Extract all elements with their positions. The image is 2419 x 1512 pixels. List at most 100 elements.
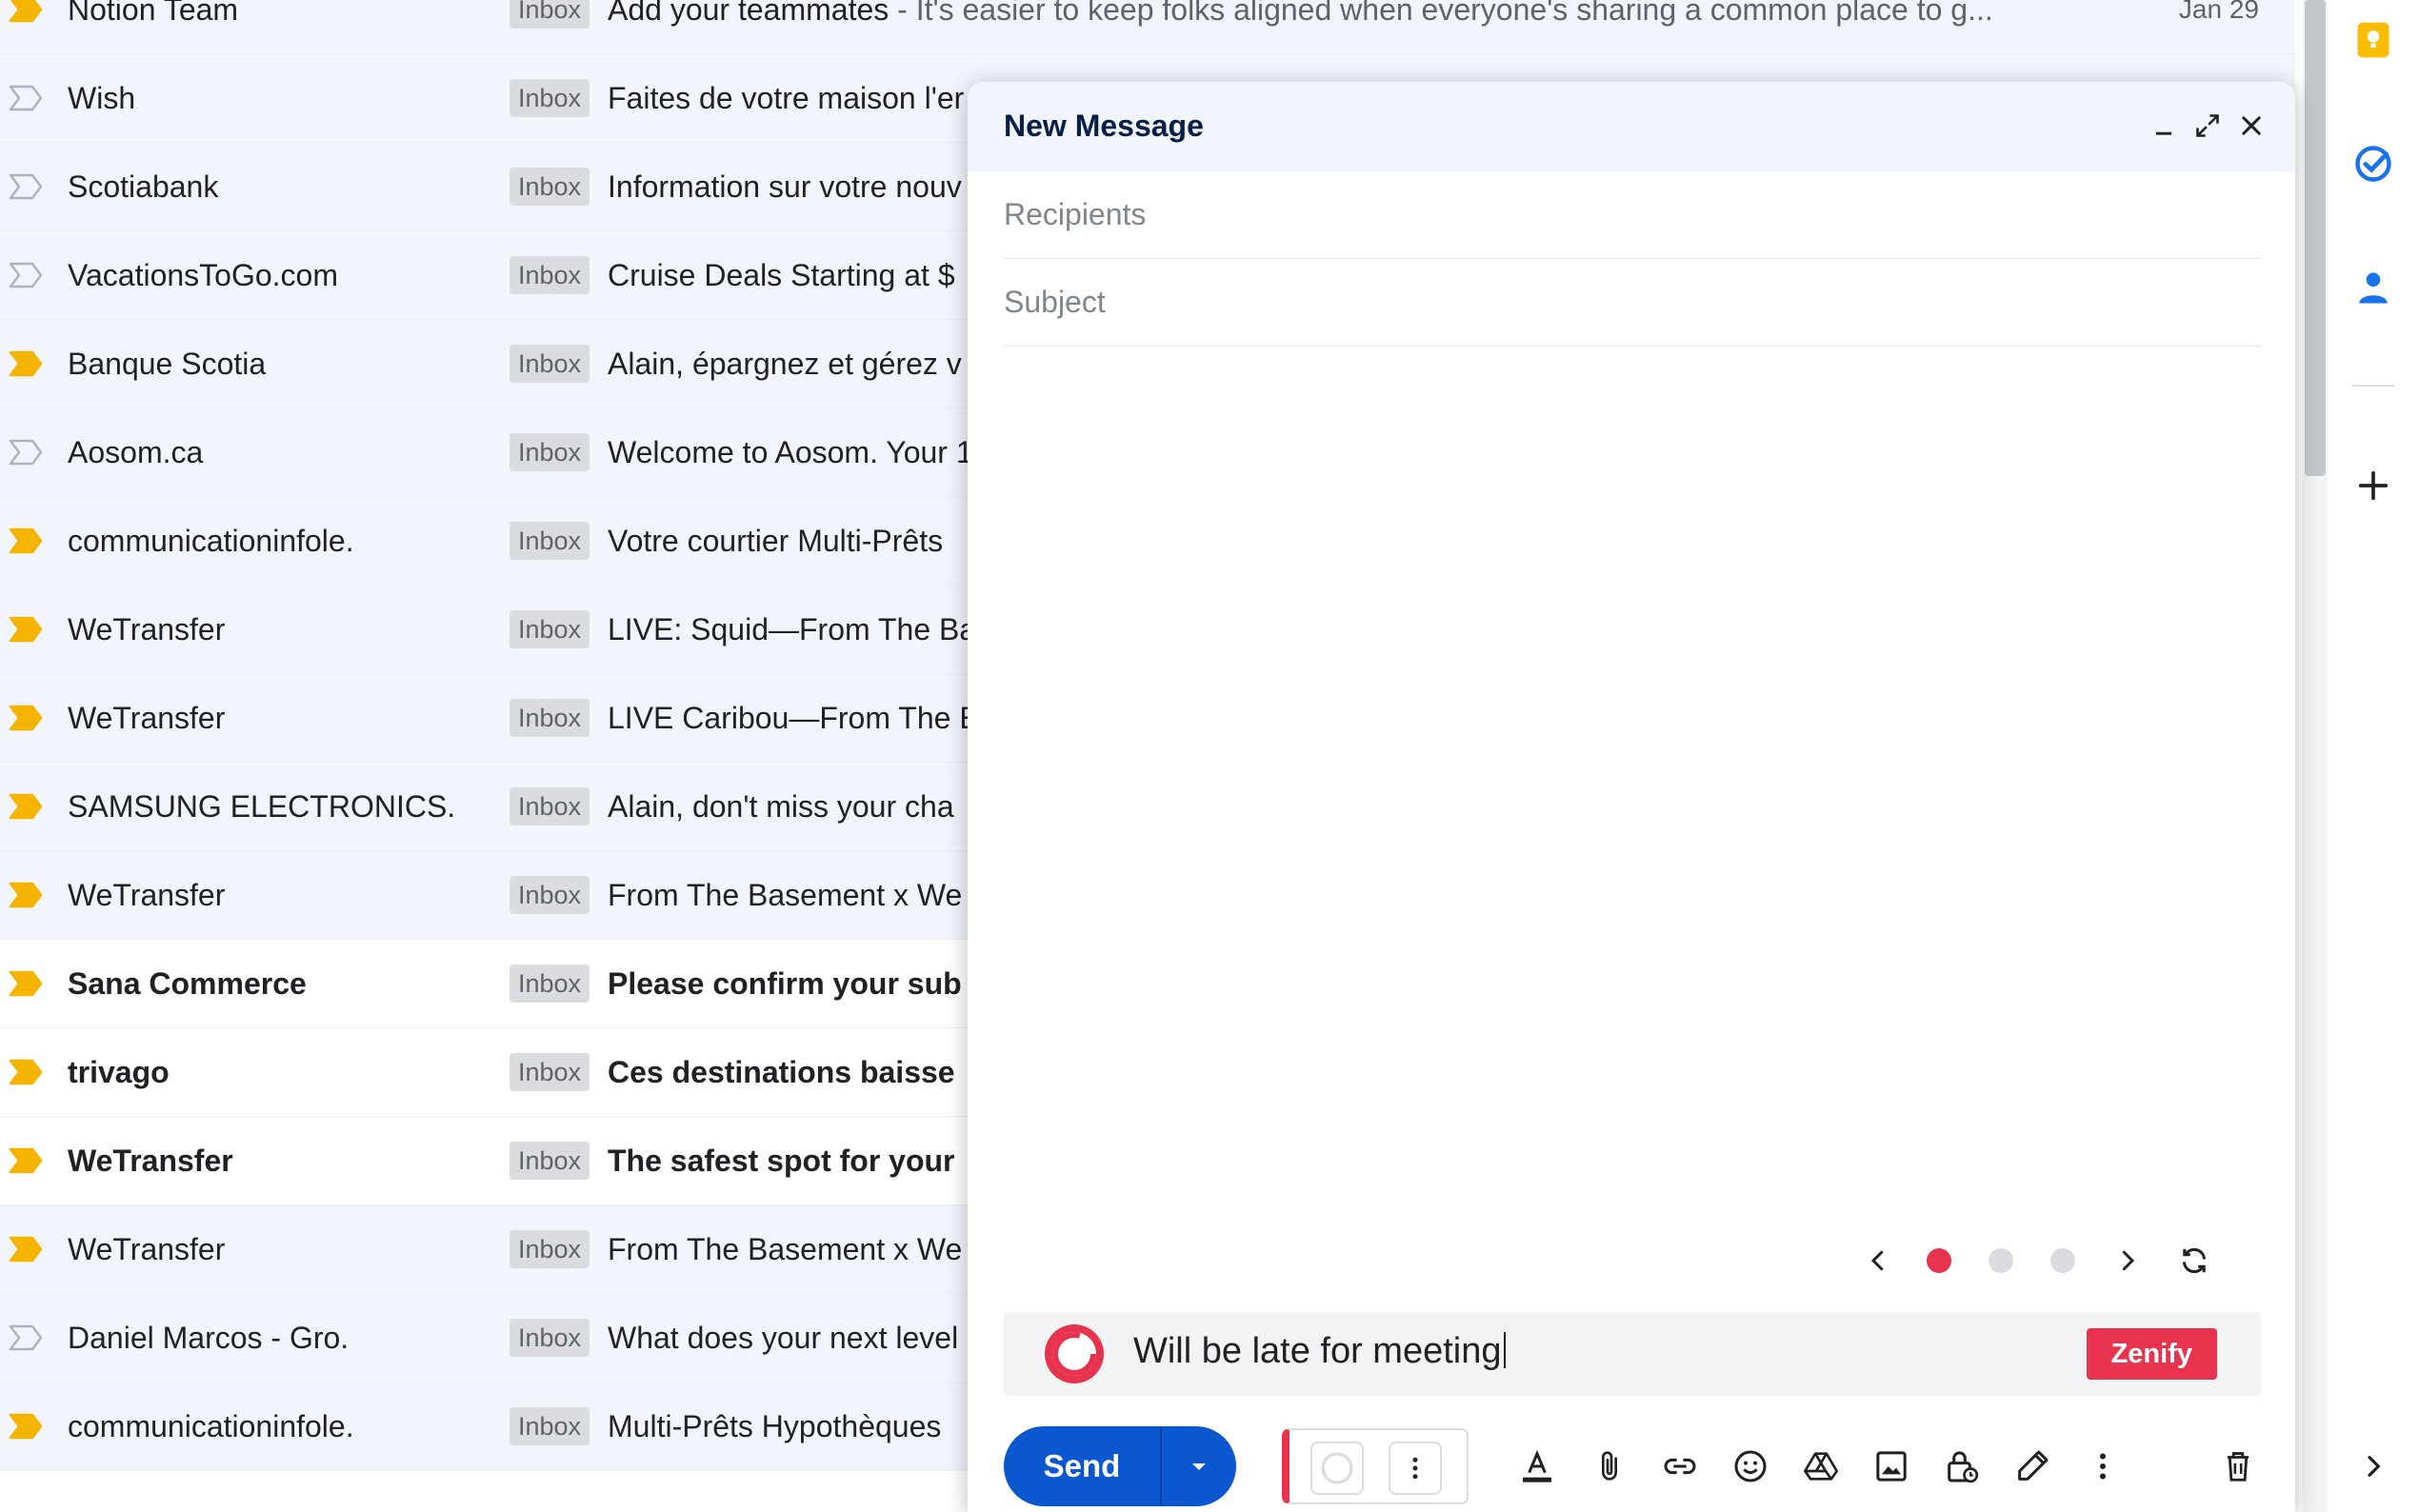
zenify-button[interactable]: Zenify [2086,1328,2217,1380]
row-label[interactable]: Inbox [510,965,590,1003]
important-marker-icon[interactable] [8,261,44,289]
important-marker-icon[interactable] [8,704,44,732]
zenify-input[interactable]: Will be late for meeting [1133,1331,1506,1372]
zenify-widget-loader-icon[interactable] [1310,1442,1364,1495]
side-panel [2328,0,2419,1512]
subject-input[interactable] [1004,259,2261,346]
inbox-scrollbar[interactable] [2303,0,2328,1512]
important-marker-icon[interactable] [8,1146,44,1175]
fullscreen-icon[interactable] [2187,105,2229,147]
row-subject-text: Faites de votre maison l'er [608,80,965,115]
suggestion-dot-1[interactable] [1927,1248,1951,1273]
row-label[interactable]: Inbox [510,522,590,560]
compose-title: New Message [1004,109,1204,143]
important-marker-icon[interactable] [8,1235,44,1263]
table-row[interactable]: Notion Team Inbox Add your teammates - It'… [0,0,2295,54]
suggestion-dot-3[interactable] [2050,1248,2075,1273]
row-label[interactable]: Inbox [510,610,590,648]
row-label[interactable]: Inbox [510,787,590,826]
row-label[interactable]: Inbox [510,699,590,737]
send-button-group: Send [1004,1426,1236,1506]
recipients-field [1004,171,2261,259]
row-subject: The safest spot for your [608,1144,955,1179]
gmail-window: Notion Team Inbox Add your teammates - It'… [0,0,2419,1512]
suggestion-dot-2[interactable] [1989,1248,2013,1273]
chevron-right-icon[interactable] [2107,1240,2149,1282]
keep-icon[interactable] [2349,15,2398,65]
close-icon[interactable] [2230,105,2272,147]
row-sender: WeTransfer [68,700,226,735]
refresh-icon[interactable] [2173,1240,2215,1282]
important-marker-icon[interactable] [8,1412,44,1441]
row-subject: LIVE Caribou—From The E [608,701,980,736]
important-marker-icon[interactable] [8,0,44,24]
suggestion-navigation [968,1240,2295,1282]
confidential-mode-icon[interactable] [1939,1443,1985,1489]
row-label[interactable]: Inbox [510,345,590,383]
row-subject: Alain, don't miss your cha [608,789,954,825]
scrollbar-thumb[interactable] [2305,0,2326,476]
link-icon[interactable] [1657,1443,1703,1489]
important-marker-icon[interactable] [8,1323,44,1352]
zenify-widget-more-icon[interactable] [1389,1442,1442,1495]
subject-field [1004,259,2261,347]
compose-header[interactable]: New Message [968,82,2295,171]
important-marker-icon[interactable] [8,349,44,378]
row-label[interactable]: Inbox [510,433,590,471]
row-sender: WeTransfer [68,611,226,647]
zenify-input-text: Will be late for meeting [1133,1331,1502,1371]
signature-icon[interactable] [2009,1443,2055,1489]
expand-panel-icon[interactable] [2349,1442,2398,1491]
row-label[interactable]: Inbox [510,0,590,29]
row-label[interactable]: Inbox [510,168,590,206]
row-label[interactable]: Inbox [510,1319,590,1357]
tasks-icon[interactable] [2349,139,2398,189]
row-label[interactable]: Inbox [510,1142,590,1180]
important-marker-icon[interactable] [8,438,44,467]
add-addon-icon[interactable] [2349,461,2398,510]
row-label[interactable]: Inbox [510,256,590,294]
row-label[interactable]: Inbox [510,79,590,117]
text-format-icon[interactable] [1514,1443,1560,1489]
emoji-icon[interactable] [1728,1443,1773,1489]
zenify-widget [1282,1428,1469,1504]
chevron-left-icon[interactable] [1857,1240,1899,1282]
discard-draft-icon[interactable] [2215,1443,2261,1489]
recipients-input[interactable] [1004,171,2261,258]
important-marker-icon[interactable] [8,527,44,555]
attach-icon[interactable] [1587,1443,1632,1489]
row-subject-text: Please confirm your sub [608,965,962,1001]
important-marker-icon[interactable] [8,881,44,909]
row-subject-text: From The Basement x We [608,1231,963,1266]
row-sender: trivago [68,1054,170,1089]
row-sender: Aosom.ca [68,434,204,469]
important-marker-icon[interactable] [8,172,44,201]
row-label[interactable]: Inbox [510,1230,590,1268]
insert-photo-icon[interactable] [1869,1443,1914,1489]
important-marker-icon[interactable] [8,1058,44,1086]
zenify-bar: Will be late for meeting Zenify [1004,1312,2261,1396]
drive-icon[interactable] [1798,1443,1844,1489]
contacts-icon[interactable] [2349,263,2398,312]
send-button[interactable]: Send [1004,1426,1160,1506]
row-label[interactable]: Inbox [510,1053,590,1091]
important-marker-icon[interactable] [8,792,44,821]
important-marker-icon[interactable] [8,615,44,644]
row-subject-text: From The Basement x We [608,877,963,912]
send-options-button[interactable] [1162,1426,1236,1506]
row-subject-text: Ces destinations baisse [608,1054,955,1089]
important-marker-icon[interactable] [8,969,44,998]
row-sender: Daniel Marcos - Gro. [68,1320,350,1355]
more-options-icon[interactable] [2080,1443,2126,1489]
row-label[interactable]: Inbox [510,1407,590,1445]
row-subject: From The Basement x We [608,878,962,913]
row-subject: Welcome to Aosom. Your 1 [608,435,973,470]
important-marker-icon[interactable] [8,84,44,112]
row-subject-text: Welcome to Aosom. Your 1 [608,434,973,469]
message-body[interactable] [1004,348,2261,1224]
row-subject-text: LIVE Caribou—From The E [608,700,980,735]
row-label[interactable]: Inbox [510,876,590,914]
row-subject: LIVE: Squid—From The Ba [608,612,976,647]
row-subject-text: Information sur votre nouv [608,169,962,204]
minimize-icon[interactable] [2143,105,2185,147]
